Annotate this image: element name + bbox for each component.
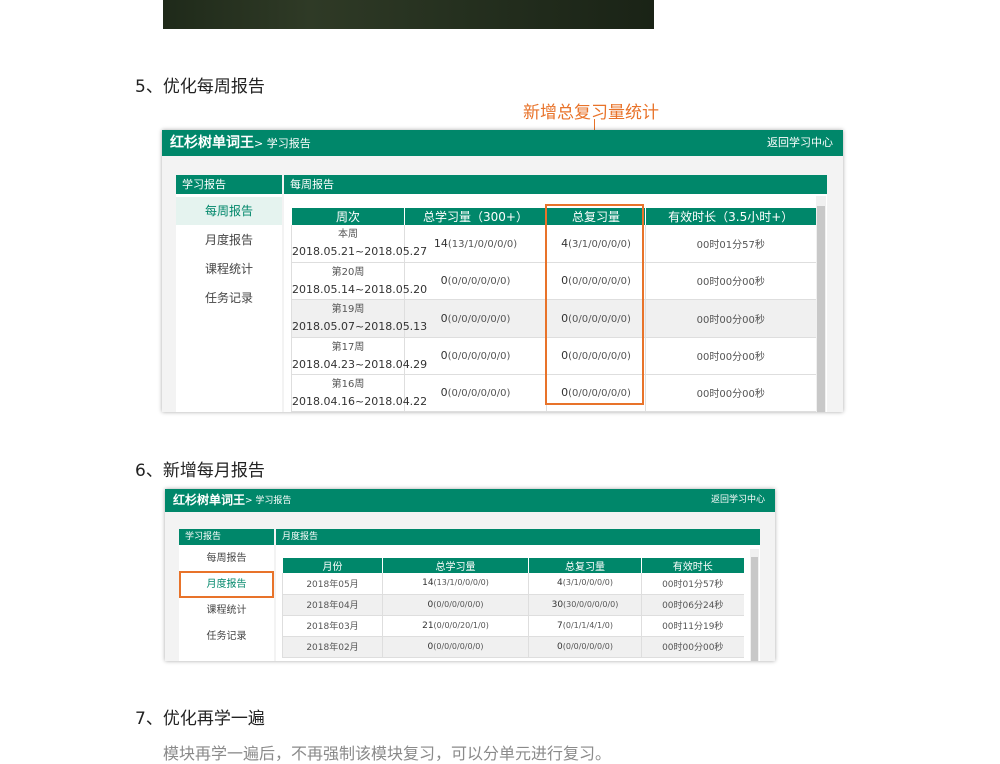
top-screenshot-image [163, 0, 654, 29]
effective-time: 00时00分00秒 [645, 374, 816, 412]
learn-detail: (0/0/0/0/0/0) [447, 388, 511, 399]
table-row: 2018年02月 0(0/0/0/0/0/0) 0(0/0/0/0/0/0) 0… [282, 636, 744, 658]
weekly-report-window: 红杉树单词王 > 学习报告 返回学习中心 学习报告 每周报告 月度报告 课程统计… [162, 130, 843, 412]
week-label: 第19周 [331, 304, 365, 315]
learn-total: 14 [422, 578, 434, 589]
sidebar-item-course-stats[interactable]: 课程统计 [176, 255, 282, 283]
week-label: 第20周 [331, 266, 365, 278]
column-header-month: 月份 [282, 558, 383, 573]
learn-detail: (0/0/0/0/0/0) [447, 313, 511, 325]
app-title: 红杉树单词王 [173, 493, 246, 507]
effective-time: 00时11分19秒 [641, 615, 744, 637]
app-header: 红杉树单词王 > 学习报告 返回学习中心 [162, 130, 843, 156]
monthly-report-window: 红杉树单词王 > 学习报告 返回学习中心 学习报告 每周报告 月度报告 课程统计… [165, 489, 775, 661]
section-5-heading: 5、优化每周报告 [135, 77, 265, 97]
learn-total: 0 [440, 349, 448, 362]
monthly-scrollbar-thumb[interactable] [751, 557, 758, 661]
table-row: 2018年03月 21(0/0/0/20/1/0) 7(0/1/1/4/1/0)… [282, 615, 744, 637]
back-to-center-link[interactable]: 返回学习中心 [767, 130, 833, 156]
review-total: 30 [551, 599, 564, 610]
learn-total: 0 [440, 386, 448, 399]
sidebar-item-weekly[interactable]: 每周报告 [176, 197, 282, 225]
review-detail: (30/0/0/0/0/0) [563, 599, 619, 609]
sidebar-item-monthly[interactable]: 月度报告 [179, 571, 274, 598]
sidebar: 学习报告 每周报告 月度报告 课程统计 任务记录 [179, 529, 274, 661]
learn-detail: (0/0/0/0/0/0) [447, 351, 511, 362]
effective-time: 00时06分24秒 [641, 594, 744, 616]
review-column-highlight [545, 204, 644, 405]
learn-detail: (0/0/0/0/0/0) [433, 641, 484, 651]
weekly-panel-title: 每周报告 [284, 175, 827, 194]
column-header-total-review: 总复习量 [528, 558, 642, 573]
learn-detail: (13/1/0/0/0/0) [447, 238, 518, 250]
learn-detail: (0/0/0/0/0/0) [447, 276, 511, 287]
breadcrumb: > 学习报告 [254, 137, 311, 150]
sidebar-header: 学习报告 [179, 529, 274, 545]
effective-time: 00时00分00秒 [645, 337, 816, 375]
breadcrumb: > 学习报告 [245, 496, 292, 506]
effective-time: 00时01分57秒 [641, 573, 744, 595]
week-range: 2018.04.16~2018.04.22 [292, 394, 428, 408]
effective-time: 00时00分00秒 [645, 262, 816, 300]
column-header-total-learn: 总学习量 [382, 558, 529, 573]
monthly-report-table: 月份 总学习量 总复习量 有效时长 2018年05月 14(13/1/0/0/0… [282, 558, 744, 658]
column-header-total-learn: 总学习量（300+） [404, 208, 547, 225]
week-label: 本周 [338, 229, 358, 241]
week-range: 2018.04.23~2018.04.29 [292, 357, 428, 371]
review-detail: (3/1/0/0/0/0) [562, 578, 613, 588]
review-detail: (0/1/1/4/1/0) [562, 620, 613, 630]
table-row: 2018年05月 14(13/1/0/0/0/0) 4(3/1/0/0/0/0)… [282, 573, 744, 595]
month-label: 2018年02月 [282, 636, 383, 658]
learn-detail: (0/0/0/20/1/0) [433, 620, 489, 630]
section-7-heading: 7、优化再学一遍 [135, 709, 265, 729]
sidebar-item-course-stats[interactable]: 课程统计 [179, 599, 274, 623]
learn-total: 21 [422, 620, 434, 631]
month-label: 2018年04月 [282, 594, 383, 616]
sidebar-item-task-log[interactable]: 任务记录 [176, 284, 282, 312]
review-detail: (0/0/0/0/0/0) [562, 641, 613, 651]
sidebar-item-monthly[interactable]: 月度报告 [176, 226, 282, 254]
effective-time: 00时01分57秒 [645, 225, 816, 263]
effective-time: 00时00分00秒 [645, 299, 816, 338]
learn-detail: (0/0/0/0/0/0) [433, 599, 484, 609]
weekly-scrollbar-thumb[interactable] [817, 206, 825, 412]
week-range: 2018.05.07~2018.05.13 [292, 320, 428, 333]
sidebar: 学习报告 每周报告 月度报告 课程统计 任务记录 [176, 175, 282, 412]
learn-total: 14 [433, 236, 448, 250]
monthly-panel-title: 月度报告 [276, 529, 760, 545]
month-label: 2018年05月 [282, 573, 383, 595]
sidebar-header: 学习报告 [176, 175, 282, 194]
column-header-week: 周次 [291, 208, 405, 225]
callout-new-review-stat: 新增总复习量统计 [523, 103, 659, 123]
week-range: 2018.05.14~2018.05.20 [292, 282, 428, 296]
week-label: 第16周 [331, 378, 365, 390]
sidebar-item-weekly[interactable]: 每周报告 [179, 547, 274, 571]
sidebar-item-task-log[interactable]: 任务记录 [179, 625, 274, 649]
column-header-effective-time: 有效时长（3.5小时+） [645, 208, 816, 225]
app-header: 红杉树单词王 > 学习报告 返回学习中心 [165, 489, 775, 512]
week-range: 2018.05.21~2018.05.27 [292, 245, 428, 259]
column-header-effective-time: 有效时长 [641, 558, 744, 573]
back-to-center-link[interactable]: 返回学习中心 [711, 489, 765, 512]
learn-total: 0 [440, 274, 448, 287]
learn-total: 0 [440, 311, 448, 325]
section-7-description: 模块再学一遍后，不再强制该模块复习，可以分单元进行复习。 [163, 744, 612, 763]
section-6-heading: 6、新增每月报告 [135, 461, 265, 481]
table-header-row: 月份 总学习量 总复习量 有效时长 [282, 558, 744, 573]
app-title: 红杉树单词王 [170, 135, 254, 151]
effective-time: 00时00分00秒 [641, 636, 744, 658]
learn-detail: (13/1/0/0/0/0) [433, 578, 489, 588]
table-row: 2018年04月 0(0/0/0/0/0/0) 30(30/0/0/0/0/0)… [282, 594, 744, 616]
week-label: 第17周 [331, 341, 365, 353]
month-label: 2018年03月 [282, 615, 383, 637]
